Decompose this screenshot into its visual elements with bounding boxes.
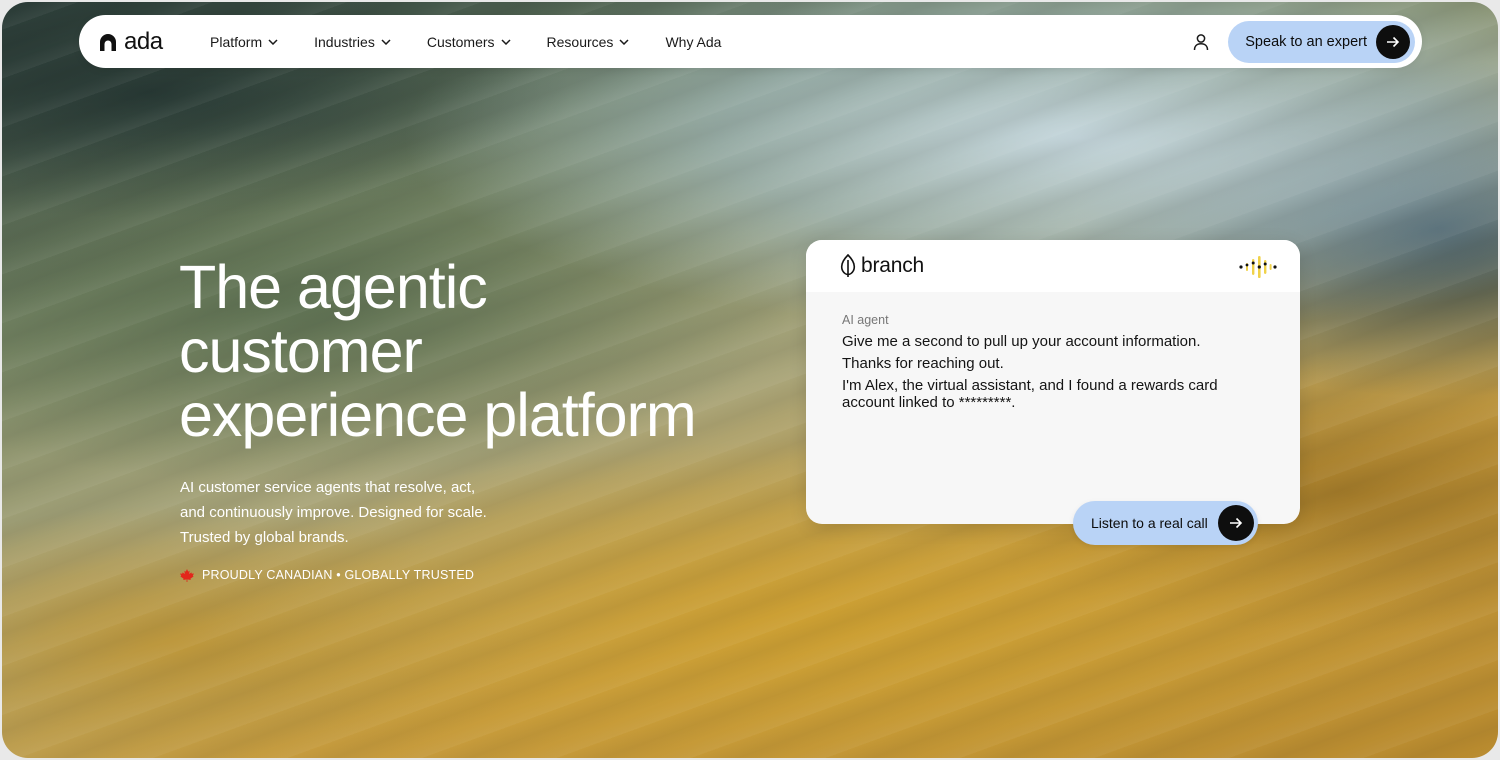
nav-item-label: Resources <box>546 33 614 50</box>
arrow-right-icon <box>1229 517 1242 529</box>
cta-arrow-circle <box>1376 24 1410 59</box>
nav-item-label: Platform <box>210 33 263 50</box>
listen-real-call-button[interactable]: Listen to a real call <box>1073 501 1258 545</box>
listen-arrow-circle <box>1217 505 1254 541</box>
hero-subtitle: AI customer service agents that resolve,… <box>180 479 487 546</box>
nav-item-why-ada[interactable]: Why Ada <box>647 15 739 68</box>
main-menu: Platform Industries Customers Resources … <box>204 15 739 68</box>
audio-wave-icon <box>1239 256 1277 278</box>
nav-item-industries[interactable]: Industries <box>296 15 409 68</box>
speak-to-expert-button[interactable]: Speak to an expert <box>1228 20 1415 63</box>
hero-background: ada Platform Industries Customers Resour… <box>2 2 1498 758</box>
nav-actions: Speak to an expert <box>1181 20 1415 63</box>
nav-item-label: Industries <box>314 33 375 50</box>
demo-conversation-card: branch AI agent Give me a second to pull… <box>806 240 1300 524</box>
leaf-icon <box>840 254 856 277</box>
ada-logo-icon <box>100 33 116 51</box>
hero-title-line: customer <box>179 317 423 385</box>
nav-item-label: Customers <box>426 33 495 50</box>
chevron-down-icon <box>381 38 391 45</box>
hero-title-line: experience platform <box>179 381 697 449</box>
trust-badge-text: PROUDLY CANADIAN • GLOBALLY TRUSTED <box>202 568 475 582</box>
top-navigation: ada Platform Industries Customers Resour… <box>79 15 1422 68</box>
transcript-line: Thanks for reaching out. <box>842 355 1004 372</box>
listen-label: Listen to a real call <box>1091 515 1208 531</box>
transcript-line: Give me a second to pull up your account… <box>842 333 1201 350</box>
hero-title-line: The agentic <box>179 253 488 321</box>
transcript-line: I'm Alex, the virtual assistant, and I f… <box>842 377 1218 411</box>
nav-item-label: Why Ada <box>665 33 722 50</box>
chevron-down-icon <box>619 38 629 45</box>
logo-text: ada <box>124 27 163 55</box>
nav-item-resources[interactable]: Resources <box>529 15 648 68</box>
trust-badge: PROUDLY CANADIAN • GLOBALLY TRUSTED <box>180 568 474 582</box>
brand-name: branch <box>861 254 925 277</box>
maple-leaf-icon <box>180 568 194 582</box>
arrow-right-icon <box>1387 36 1400 47</box>
chevron-down-icon <box>268 38 278 45</box>
cta-label: Speak to an expert <box>1245 33 1367 50</box>
card-header: branch <box>806 240 1300 292</box>
branch-logo: branch <box>839 254 924 278</box>
user-icon <box>1194 33 1209 50</box>
nav-item-platform[interactable]: Platform <box>204 15 296 68</box>
card-body: AI agent Give me a second to pull up you… <box>806 292 1300 411</box>
nav-item-customers[interactable]: Customers <box>409 15 529 68</box>
hero-title: The agentic customer experience platform <box>179 255 739 447</box>
ada-logo[interactable]: ada <box>98 28 198 56</box>
account-button[interactable] <box>1181 22 1221 62</box>
speaker-label: AI agent <box>842 313 889 327</box>
chevron-down-icon <box>500 38 511 45</box>
